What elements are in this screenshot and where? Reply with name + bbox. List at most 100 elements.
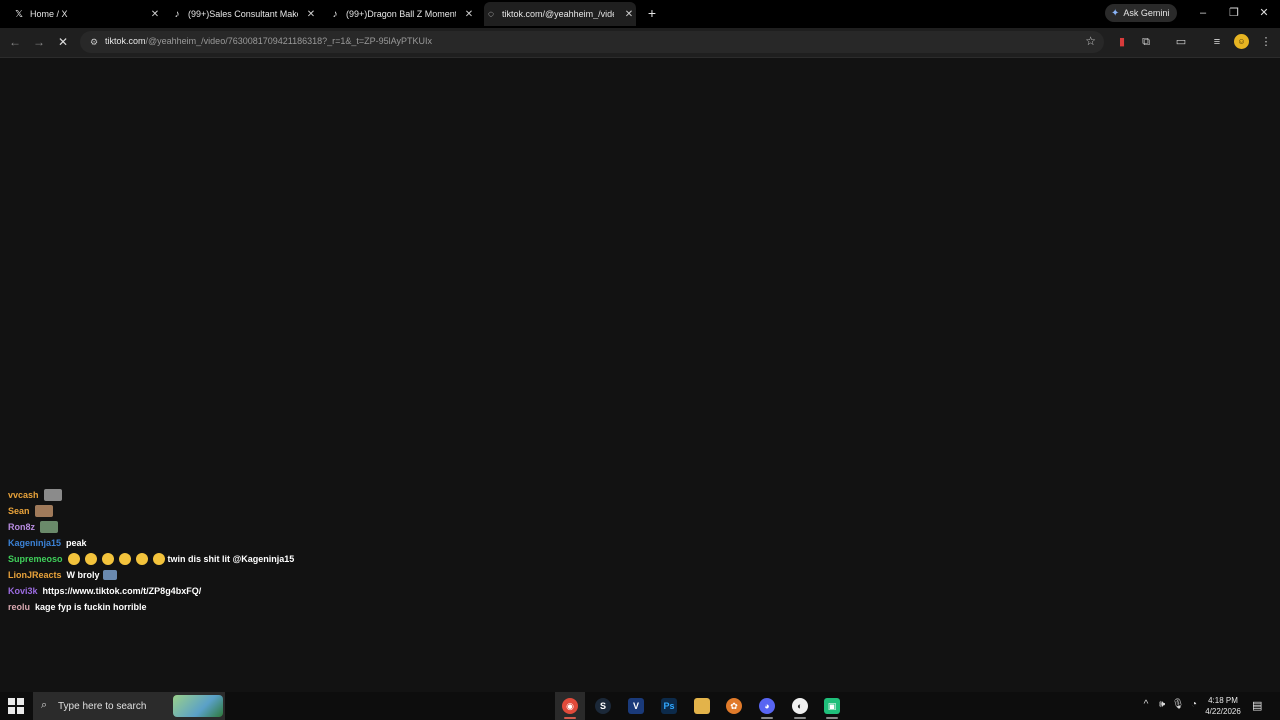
cast-icon[interactable]: ▭	[1173, 34, 1189, 50]
chat-username: Sean	[8, 506, 30, 516]
tab-home-x[interactable]: 𝕏 Home / X ✕	[12, 2, 162, 26]
tab-label: (99+)Sales Consultant Makes S	[188, 9, 298, 19]
chat-username: Ron8z	[8, 522, 35, 532]
chat-username: Supremeoso	[8, 554, 63, 564]
forward-button[interactable]: →	[31, 34, 47, 50]
notification-icon[interactable]: ▤	[1252, 699, 1262, 712]
chat-text: W broly	[66, 570, 100, 580]
taskbar-discord[interactable]: ◕	[752, 692, 782, 720]
taskbar-green-app[interactable]: ▣	[817, 692, 847, 720]
laughing-emoji-icon	[67, 553, 80, 565]
chat-username: reolu	[8, 602, 31, 612]
close-icon[interactable]: ✕	[148, 9, 162, 20]
discord-icon: ◕	[759, 698, 775, 714]
restore-button[interactable]: ❐	[1227, 5, 1241, 21]
green-app-icon: ▣	[824, 698, 840, 714]
chat-emote	[43, 489, 62, 501]
tray-overflow-chevron-icon[interactable]: ^	[1139, 699, 1153, 710]
active-indicator	[564, 717, 576, 719]
folder-icon	[694, 698, 710, 714]
chat-text: kage fyp is fuckin horrible	[35, 602, 147, 612]
ask-gemini-button[interactable]: ✦ Ask Gemini	[1105, 4, 1177, 22]
taskbar-chrome[interactable]: ◉	[555, 692, 585, 720]
minimize-button[interactable]: –	[1196, 5, 1210, 21]
tab-dragon-ball[interactable]: ♪ (99+)Dragon Ball Z Moments | ✕	[328, 2, 476, 26]
chat-message: Sean	[8, 504, 53, 518]
tab-label: (99+)Dragon Ball Z Moments |	[346, 9, 456, 19]
tab-strip: 𝕏 Home / X ✕ ♪ (99+)Sales Consultant Mak…	[0, 0, 1280, 28]
tab-label: Home / X	[30, 9, 68, 19]
taskbar-vegas[interactable]: V	[621, 692, 651, 720]
clock-date: 4/22/2026	[1205, 707, 1241, 716]
running-indicator	[761, 717, 773, 719]
taskbar-steam[interactable]: S	[588, 692, 618, 720]
clock-time: 4:18 PM	[1208, 696, 1238, 705]
x-logo-icon: 𝕏	[14, 8, 24, 20]
chat-message: LionJReacts W broly	[8, 568, 117, 582]
search-highlight-image[interactable]	[173, 695, 223, 717]
microphone-icon[interactable]: 🎙	[1171, 699, 1185, 710]
taskbar-photoshop[interactable]: Ps	[654, 692, 684, 720]
taskbar-file-explorer[interactable]	[687, 692, 717, 720]
volume-icon[interactable]: 🕪	[1155, 699, 1169, 710]
stop-loading-button[interactable]: ✕	[55, 34, 71, 50]
extension-red-icon[interactable]: ▮	[1114, 34, 1130, 50]
menu-kebab-icon[interactable]: ⋮	[1258, 34, 1274, 50]
profile-avatar[interactable]: ☺	[1234, 34, 1249, 49]
back-button[interactable]: ←	[7, 34, 23, 50]
chat-link[interactable]: https://www.tiktok.com/t/ZP8g4bxFQ/	[43, 586, 202, 596]
steam-icon: S	[595, 698, 611, 714]
running-indicator	[826, 717, 838, 719]
vegas-icon: V	[628, 698, 644, 714]
close-icon[interactable]: ✕	[462, 9, 476, 20]
close-icon[interactable]: ✕	[622, 9, 636, 20]
network-icon[interactable]: ◔	[1187, 699, 1201, 710]
address-bar[interactable]: ⚙ tiktok.com/@yeahheim_/video/7630081709…	[80, 31, 1104, 53]
extensions-puzzle-icon[interactable]: ⧉	[1138, 34, 1154, 50]
ask-gemini-label: Ask Gemini	[1123, 8, 1170, 18]
page-viewport: vvcash Sean Ron8z Kageninja15 peak Supre…	[0, 58, 1280, 692]
chrome-icon: ◉	[562, 698, 578, 714]
chat-username: vvcash	[8, 490, 39, 500]
running-indicator	[794, 717, 806, 719]
windows-taskbar: ⌕ Type here to search ◉ S V Ps ✿ ◕ ◐ ▣ ^…	[0, 692, 1280, 720]
tab-tiktok-video[interactable]: ◌ tiktok.com/@yeahheim_/video ✕	[484, 2, 636, 26]
system-clock[interactable]: 4:18 PM 4/22/2026	[1200, 695, 1246, 717]
url-path: /@yeahheim_/video/7630081709421186318?_r…	[145, 36, 433, 46]
chat-text: peak	[66, 538, 87, 548]
media-controls-icon[interactable]: ≡	[1209, 34, 1225, 50]
chat-username: Kovi3k	[8, 586, 38, 596]
bookmark-star-icon[interactable]: ☆	[1085, 34, 1096, 48]
search-placeholder: Type here to search	[58, 701, 147, 712]
photoshop-icon: Ps	[661, 698, 677, 714]
search-icon: ⌕	[41, 699, 48, 711]
url-host: tiktok.com	[105, 36, 146, 46]
laughing-emoji-icon	[152, 553, 165, 565]
chat-message: Supremeoso twin dis shit lit @Kageninja1…	[8, 552, 294, 566]
chat-emote	[40, 521, 58, 533]
gemini-star-icon: ✦	[1111, 7, 1120, 19]
tiktok-icon: ♪	[174, 8, 180, 20]
new-tab-button[interactable]: +	[645, 5, 659, 21]
chat-message: Kageninja15 peak	[8, 536, 87, 550]
browser-toolbar: ← → ✕ ⚙ tiktok.com/@yeahheim_/video/7630…	[0, 28, 1280, 58]
taskbar-obs[interactable]: ◐	[785, 692, 815, 720]
chat-text: twin dis shit lit @Kageninja15	[167, 554, 295, 564]
windows-start-icon[interactable]	[8, 698, 24, 714]
obs-icon: ◐	[792, 698, 808, 714]
taskbar-search-box[interactable]: ⌕ Type here to search	[33, 692, 225, 720]
window-close-button[interactable]: ✕	[1257, 5, 1271, 21]
chat-message: reolu kage fyp is fuckin horrible	[8, 600, 147, 614]
taskbar-fl-studio[interactable]: ✿	[719, 692, 749, 720]
url-text: tiktok.com/@yeahheim_/video/763008170942…	[105, 36, 432, 46]
site-info-icon[interactable]: ⚙	[87, 35, 101, 49]
tab-sales-consultant[interactable]: ♪ (99+)Sales Consultant Makes S ✕	[170, 2, 318, 26]
laughing-emoji-icon	[118, 553, 131, 565]
chat-message: Ron8z	[8, 520, 58, 534]
laughing-emoji-icon	[101, 553, 114, 565]
close-icon[interactable]: ✕	[304, 9, 318, 20]
chat-message: vvcash	[8, 488, 62, 502]
chat-emote	[102, 570, 117, 580]
tab-label: tiktok.com/@yeahheim_/video	[502, 9, 614, 19]
fl-studio-icon: ✿	[726, 698, 742, 714]
